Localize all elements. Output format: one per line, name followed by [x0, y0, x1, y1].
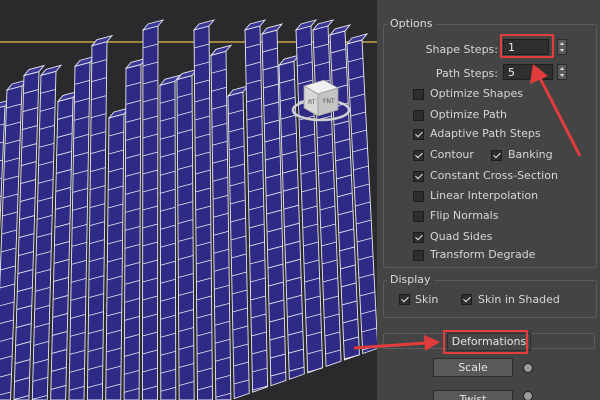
- skin-checkbox[interactable]: [399, 294, 410, 305]
- flip-normals-label: Flip Normals: [430, 209, 499, 222]
- mesh-face: [193, 25, 213, 400]
- optimize-shapes-label: Optimize Shapes: [430, 87, 523, 100]
- path-steps-input[interactable]: 5: [503, 64, 553, 80]
- banking-label: Banking: [508, 148, 553, 161]
- shape-steps-highlight: [500, 34, 554, 58]
- mesh-face: [227, 91, 250, 400]
- optimize-path-checkbox[interactable]: [413, 110, 424, 121]
- constant-cross-section-checkbox[interactable]: [413, 171, 424, 182]
- shape-steps-label: Shape Steps:: [425, 43, 498, 56]
- svg-text:FNT: FNT: [323, 98, 335, 105]
- path-steps-spinner[interactable]: [557, 64, 567, 80]
- app-window: RT FNT Options Shape Steps: 1 Path Steps…: [0, 0, 600, 400]
- optimize-shapes-checkbox[interactable]: [413, 89, 424, 100]
- skin-in-shaded-checkbox[interactable]: [461, 294, 472, 305]
- svg-text:RT: RT: [308, 99, 316, 106]
- loft-mesh: [0, 19, 377, 400]
- adaptive-path-steps-label: Adaptive Path Steps: [430, 127, 541, 140]
- path-steps-label: Path Steps:: [435, 67, 498, 80]
- contour-checkbox[interactable]: [413, 150, 424, 161]
- viewcube-icon[interactable]: RT FNT: [290, 72, 352, 130]
- quad-sides-label: Quad Sides: [430, 230, 493, 243]
- display-title: Display: [387, 273, 434, 286]
- contour-label: Contour: [430, 148, 474, 161]
- options-title: Options: [387, 17, 436, 30]
- viewport-3d[interactable]: RT FNT: [0, 0, 377, 400]
- twist-button[interactable]: Twist: [433, 390, 513, 400]
- shape-steps-spinner[interactable]: [557, 39, 567, 55]
- mesh-face: [105, 113, 125, 400]
- optimize-path-label: Optimize Path: [430, 108, 507, 121]
- transform-degrade-label: Transform Degrade: [430, 248, 536, 261]
- adaptive-path-steps-checkbox[interactable]: [413, 129, 424, 140]
- linear-interpolation-label: Linear Interpolation: [430, 189, 539, 202]
- linear-interpolation-checkbox[interactable]: [413, 191, 424, 202]
- skin-in-shaded-label: Skin in Shaded: [478, 293, 560, 306]
- deformations-highlight: [443, 330, 528, 354]
- transform-degrade-checkbox[interactable]: [413, 250, 424, 261]
- mesh-face: [123, 63, 142, 400]
- skin-label: Skin: [415, 293, 439, 306]
- twist-toggle-icon[interactable]: [523, 391, 533, 400]
- constant-cross-section-label: Constant Cross-Section: [430, 169, 558, 182]
- flip-normals-checkbox[interactable]: [413, 211, 424, 222]
- scale-toggle-icon[interactable]: [523, 363, 533, 373]
- banking-checkbox[interactable]: [491, 150, 502, 161]
- mesh-face: [86, 41, 108, 400]
- scale-button[interactable]: Scale: [433, 358, 513, 377]
- quad-sides-checkbox[interactable]: [413, 232, 424, 243]
- command-panel: Options Shape Steps: 1 Path Steps: 5 Opt…: [377, 0, 600, 400]
